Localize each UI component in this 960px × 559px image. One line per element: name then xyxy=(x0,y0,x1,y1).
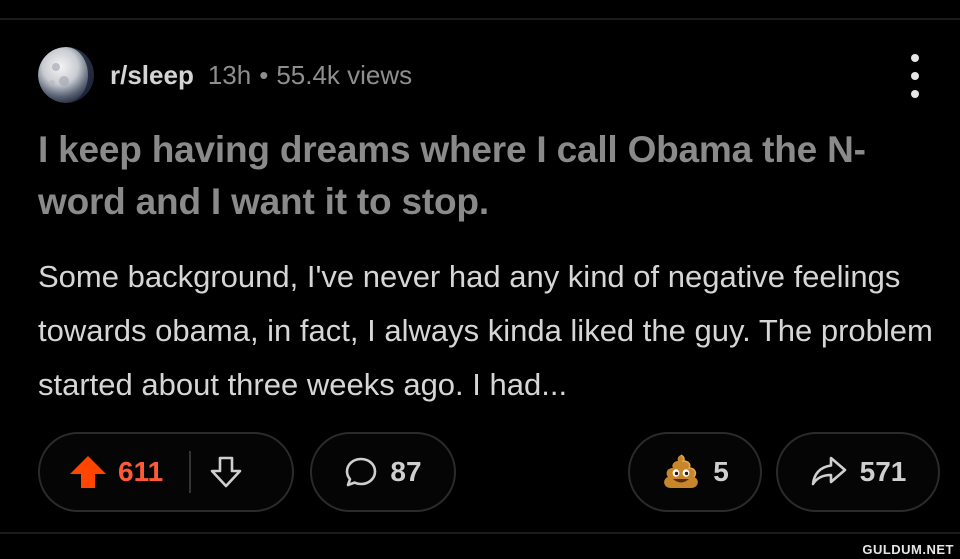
upvote-count: 611 xyxy=(118,456,164,487)
more-dot xyxy=(911,90,919,98)
awards-button[interactable]: 5 xyxy=(628,432,762,512)
subreddit-avatar[interactable] xyxy=(38,47,94,103)
meta-separator: • xyxy=(259,60,269,90)
comment-icon xyxy=(344,455,378,489)
view-count: 55.4k views xyxy=(276,60,413,90)
share-button[interactable]: 571 xyxy=(776,432,940,512)
poop-award-icon xyxy=(661,453,701,491)
comment-count: 87 xyxy=(390,456,422,487)
more-options-icon[interactable] xyxy=(900,54,930,98)
vote-controls: 611 xyxy=(38,432,294,512)
share-icon xyxy=(810,455,848,489)
award-count: 5 xyxy=(713,456,729,487)
post-body-preview[interactable]: Some background, I've never had any kind… xyxy=(38,250,938,412)
comments-button[interactable]: 87 xyxy=(310,432,456,512)
more-dot xyxy=(911,54,919,62)
upvote-icon[interactable] xyxy=(68,454,108,490)
downvote-icon[interactable] xyxy=(209,456,243,488)
bottom-divider xyxy=(0,532,960,534)
share-count: 571 xyxy=(859,456,907,487)
more-dot xyxy=(911,72,919,80)
vote-divider xyxy=(189,451,192,493)
top-divider xyxy=(0,18,960,20)
post-time: 13h xyxy=(207,60,252,90)
post-title[interactable]: I keep having dreams where I call Obama … xyxy=(38,124,918,228)
watermark-text: GULDUM.NET xyxy=(862,542,954,557)
post-header: r/sleep 13h • 55.4k views xyxy=(38,46,412,104)
post-meta: r/sleep 13h • 55.4k views xyxy=(110,62,412,88)
subreddit-name[interactable]: r/sleep xyxy=(110,62,194,88)
